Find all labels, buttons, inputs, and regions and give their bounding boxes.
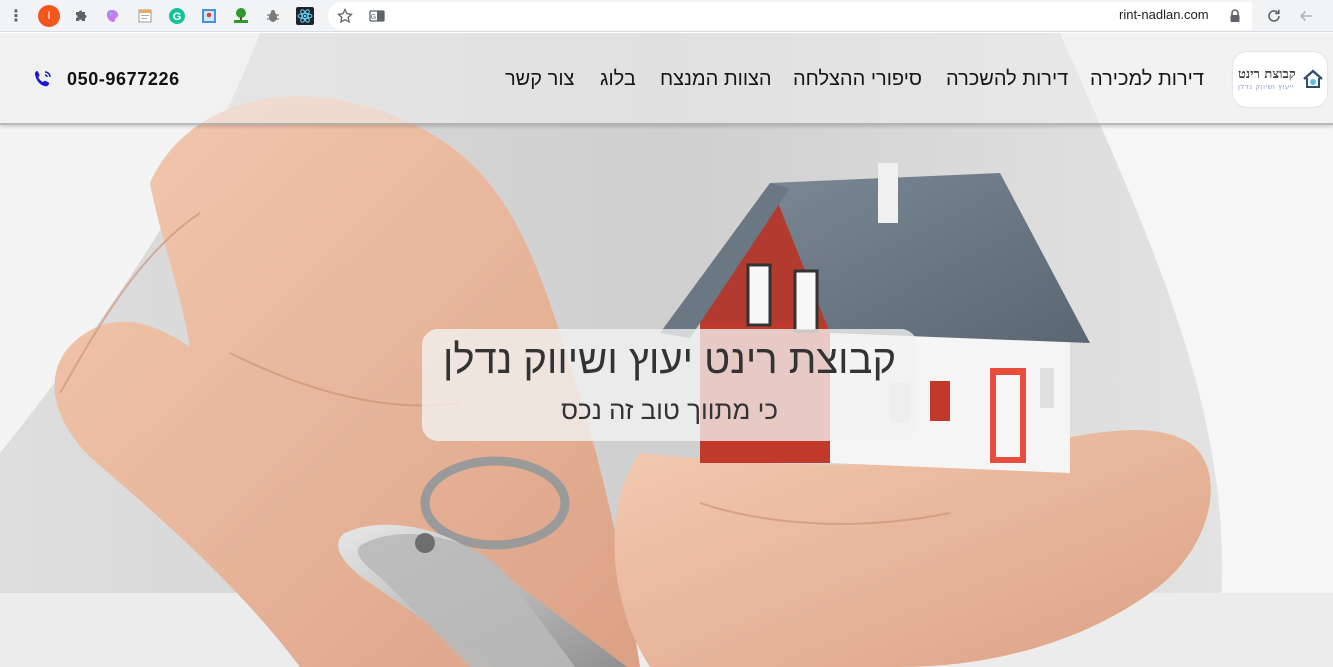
phone-number[interactable]: 050-9677226 [67,69,180,90]
nav-apartments-for-sale[interactable]: דירות למכירה [1090,68,1204,91]
nav-success-stories[interactable]: סיפורי ההצלחה [793,68,922,91]
phone-icon[interactable] [33,69,53,89]
hero-subtitle: כי מתווך טוב זה נכס [561,395,778,425]
svg-text:G: G [371,14,376,21]
note-icon[interactable] [133,4,157,28]
map-icon[interactable] [197,4,221,28]
url-text[interactable]: rint-nadlan.com [1119,7,1209,22]
html-tree-icon[interactable] [229,4,253,28]
logo-house-icon [1303,69,1323,88]
svg-text:G: G [173,11,182,23]
paint-icon[interactable] [101,4,125,28]
puzzle-icon[interactable] [69,4,93,28]
nav-apartments-for-rent[interactable]: דירות להשכרה [946,68,1068,91]
back-arrow-icon[interactable] [1294,4,1318,28]
nav-winning-team[interactable]: הצוות המנצח [660,68,772,91]
orange-extension-icon[interactable]: I [37,4,61,28]
bookmark-star-icon[interactable] [333,4,357,28]
address-bar[interactable] [328,2,1252,30]
orange-extension-letter: I [38,5,60,27]
reload-icon[interactable] [1262,4,1286,28]
menu-kebab-icon[interactable]: ⋮ [4,4,28,28]
nav-contact[interactable]: צור קשר [505,68,574,91]
grammarly-icon[interactable]: G [165,4,189,28]
logo-name: קבוצת רינט [1238,67,1296,82]
browser-toolbar: ⋮ I G G rint-nadlan.com [0,0,1333,32]
nav-blog[interactable]: בלוג [600,68,636,91]
logo-tagline: ייעוץ ושיווק נדלן [1238,83,1294,91]
react-icon[interactable] [293,4,317,28]
translate-icon[interactable]: G [365,4,389,28]
hero-title: קבוצת רינט יעוץ ושיווק נדלן [442,338,897,382]
lock-icon[interactable] [1223,4,1247,28]
bug-icon[interactable] [261,4,285,28]
